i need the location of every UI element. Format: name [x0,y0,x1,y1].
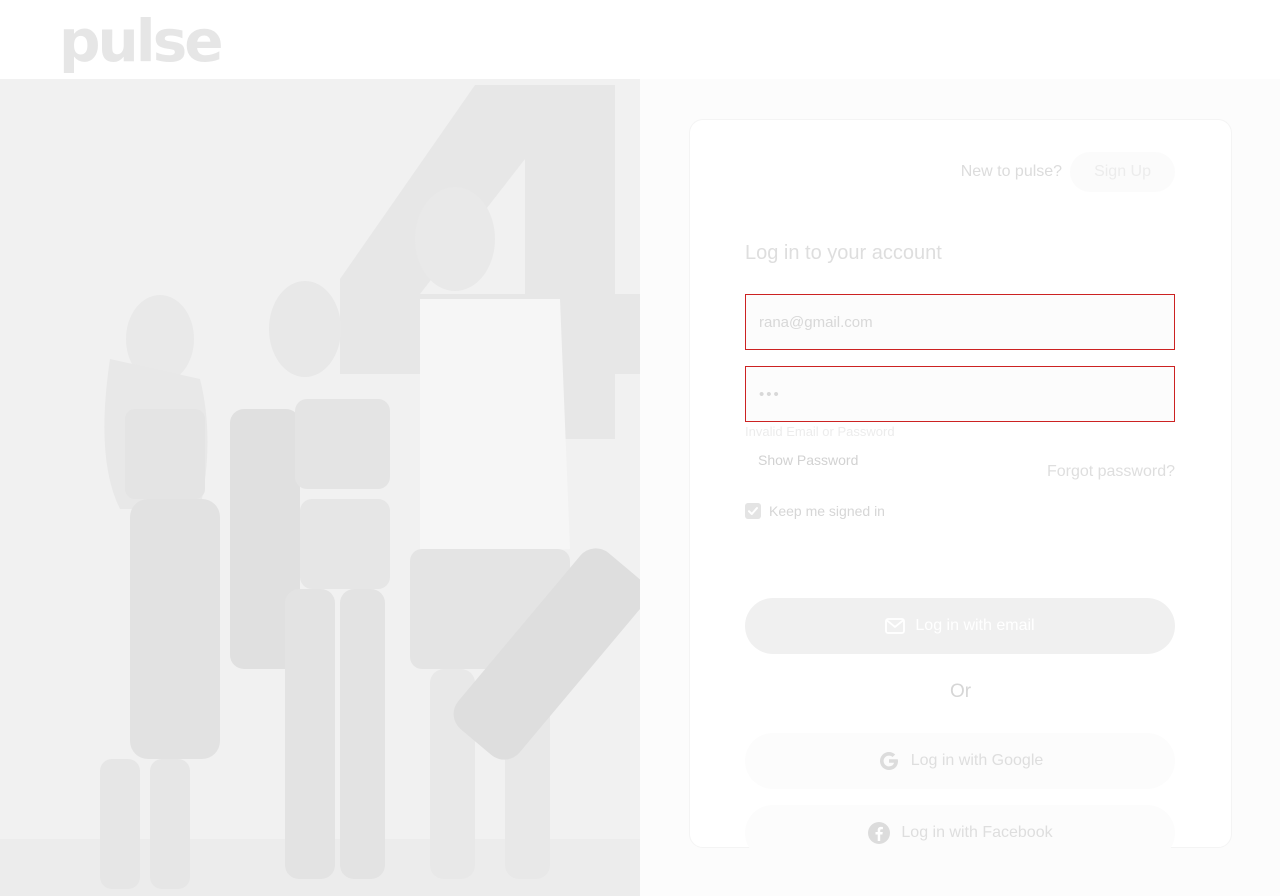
check-icon [748,507,758,515]
login-with-google-label: Log in with Google [910,752,1044,769]
pulse-logo[interactable]: pulse [59,6,224,76]
or-divider: Or [949,681,972,702]
show-password-toggle[interactable]: Show Password [758,452,858,468]
mail-icon [885,618,906,634]
login-card: New to pulse? Sign Up Log in to your acc… [689,119,1232,861]
error-message: Invalid Email or Password [745,424,895,439]
email-field[interactable]: rana@gmail.com [745,294,1175,350]
email-value: rana@gmail.com [759,313,873,331]
forgot-password-link[interactable]: Forgot password? [1047,463,1175,481]
login-with-facebook-button[interactable]: Log in with Facebook [745,805,1175,861]
new-to-text: New to pulse? [960,163,1063,180]
signup-row: New to pulse? Sign Up [961,152,1175,192]
password-field[interactable]: ••• [745,366,1175,422]
hero-photo [0,79,640,896]
facebook-icon [868,822,891,844]
top-header: pulse [0,0,1280,79]
password-value: ••• [759,385,781,403]
login-with-facebook-label: Log in with Facebook [901,824,1053,841]
keep-signed-in-checkbox[interactable] [745,503,761,519]
login-with-google-button[interactable]: Log in with Google [745,733,1175,789]
login-with-email-button[interactable]: Log in with email [745,598,1175,654]
google-icon [879,752,898,770]
keep-signed-in-label: Keep me signed in [769,503,885,519]
fitness-group-photo [0,79,640,896]
login-with-email-label: Log in with email [915,617,1035,634]
sign-up-button[interactable]: Sign Up [1070,152,1175,192]
keep-signed-in[interactable]: Keep me signed in [745,503,885,519]
login-panel: New to pulse? Sign Up Log in to your acc… [640,79,1280,896]
login-title: Log in to your account [745,242,942,264]
